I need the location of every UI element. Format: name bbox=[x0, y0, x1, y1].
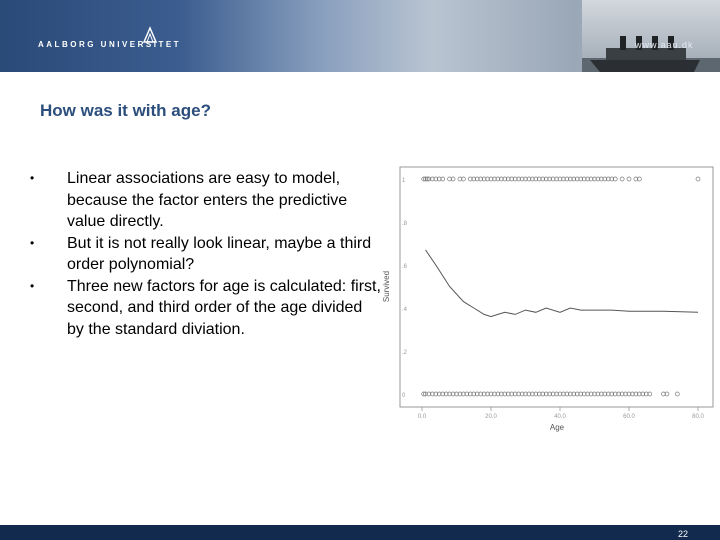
bullet-list: Linear associations are easy to model, b… bbox=[26, 168, 381, 340]
banner-white-strip bbox=[0, 72, 720, 100]
bullet-item: Linear associations are easy to model, b… bbox=[26, 168, 381, 233]
x-axis-label: Age bbox=[550, 423, 565, 432]
header-banner: AALBORG UNIVERSITET www.aau.dk bbox=[0, 0, 720, 100]
y-tick-label: 1 bbox=[402, 178, 406, 184]
survival-age-chart: 0 .2 .4 .6 .8 1 0.0 20.0 40.0 60.0 80.0 Age Survived bbox=[382, 166, 714, 432]
bullet-item: Three new factors for age is calculated:… bbox=[26, 276, 381, 341]
x-tick-label: 20.0 bbox=[485, 414, 497, 420]
x-tick-label: 80.0 bbox=[692, 414, 704, 420]
x-tick-label: 40.0 bbox=[554, 414, 566, 420]
y-tick-label: .2 bbox=[402, 350, 408, 356]
y-tick-label: 0 bbox=[402, 393, 406, 399]
data-point bbox=[674, 391, 680, 397]
y-axis-label: Survived bbox=[382, 271, 391, 302]
slide-title: How was it with age? bbox=[40, 101, 211, 120]
fit-line bbox=[425, 249, 699, 318]
page-number: 22 bbox=[677, 529, 688, 539]
data-point bbox=[695, 176, 701, 182]
footer-bar: 22 bbox=[0, 525, 720, 540]
university-name: AALBORG UNIVERSITET bbox=[38, 40, 182, 49]
y-tick-label: .8 bbox=[402, 221, 408, 227]
plot-frame bbox=[399, 166, 714, 408]
data-point bbox=[626, 176, 632, 182]
bullet-item: But it is not really look linear, maybe … bbox=[26, 233, 381, 276]
y-tick-label: .6 bbox=[402, 264, 408, 270]
x-tick-label: 60.0 bbox=[623, 414, 635, 420]
y-tick-label: .4 bbox=[402, 307, 408, 313]
data-point bbox=[619, 176, 625, 182]
x-tick-label: 0.0 bbox=[418, 414, 427, 420]
university-url: www.aau.dk bbox=[635, 40, 694, 50]
